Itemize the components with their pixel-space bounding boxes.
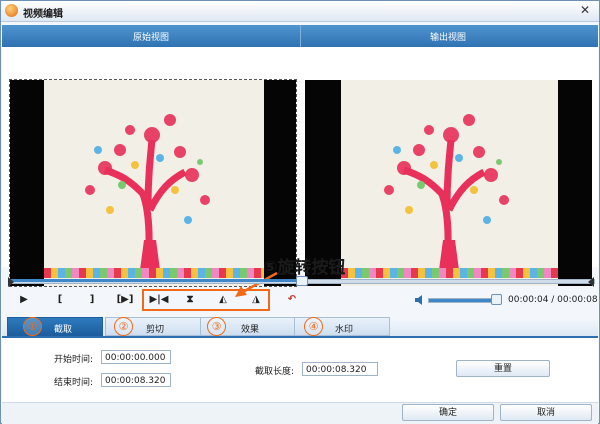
timeline-progress [9, 279, 301, 282]
preview-selection-button[interactable]: [▶] [113, 292, 137, 308]
ok-button[interactable]: 确定 [402, 404, 494, 421]
flip-horizontal-button[interactable]: ▶|◀ [146, 292, 172, 308]
flip-vertical-button[interactable]: ⧗ [181, 292, 199, 308]
tab-label: 截取 [54, 325, 73, 335]
rotate-left-button[interactable]: ◭ [214, 292, 232, 308]
view-header: 原始视图 输出视图 [2, 25, 598, 47]
reset-button[interactable]: 重置 [456, 360, 550, 377]
volume-icon[interactable] [415, 295, 425, 305]
trim-panel: 开始时间: 00:00:00.000 结束时间: 00:00:08.320 截取… [2, 338, 598, 402]
trim-end-marker[interactable] [588, 277, 594, 287]
mark-out-button[interactable]: ] [83, 292, 101, 308]
preview-area [2, 47, 598, 287]
timeline-handle[interactable] [296, 276, 308, 286]
heart-tree-illustration [85, 114, 210, 271]
view-divider [300, 25, 301, 47]
end-time-label: 结束时间: [54, 378, 94, 388]
mark-in-button[interactable]: [ [51, 292, 69, 308]
end-time-field[interactable]: 00:00:08.320 [101, 373, 171, 387]
window-title: 视频编辑 [23, 9, 63, 20]
original-video-frame[interactable] [9, 79, 297, 287]
tab-label: 剪切 [146, 325, 165, 335]
title-bar[interactable]: 视频编辑 ✕ [1, 1, 599, 22]
tab-label: 效果 [241, 325, 260, 335]
tab-trim[interactable]: 截取 [7, 317, 103, 336]
tab-number-badge: ② [114, 317, 133, 336]
dialog-footer: 确定 取消 [2, 402, 598, 424]
video-edit-window: 视频编辑 ✕ 原始视图 输出视图 ⑤旋转按钮 ▶ [] [▶] ▶|◀ ⧗ ◭… [0, 0, 600, 424]
start-time-label: 开始时间: [54, 355, 94, 365]
rotate-right-button[interactable]: ◮ [247, 292, 265, 308]
tab-number-badge: ③ [207, 317, 226, 336]
play-button[interactable]: ▶ [15, 292, 33, 308]
tab-label: 水印 [335, 325, 354, 335]
original-view-label: 原始视图 [133, 33, 170, 43]
heart-tree-illustration [384, 114, 509, 271]
undo-button[interactable]: ↶ [283, 292, 301, 308]
tab-number-badge: ① [23, 317, 42, 336]
edit-tabs: 截取 剪切 效果 水印 [2, 317, 598, 338]
tab-number-badge: ④ [304, 317, 323, 336]
timeline-slider[interactable] [8, 276, 595, 287]
cancel-button[interactable]: 取消 [500, 404, 592, 421]
app-icon [5, 4, 18, 17]
trim-start-marker[interactable] [8, 277, 14, 287]
trim-length-label: 截取长度: [255, 367, 295, 377]
start-time-field[interactable]: 00:00:00.000 [101, 350, 171, 364]
volume-handle[interactable] [491, 294, 502, 305]
time-display: 00:00:04 / 00:00:08 [508, 295, 598, 305]
trim-length-field: 00:00:08.320 [302, 362, 378, 376]
output-video-frame [305, 80, 592, 286]
output-view-label: 输出视图 [430, 33, 467, 43]
close-button[interactable]: ✕ [577, 3, 593, 18]
